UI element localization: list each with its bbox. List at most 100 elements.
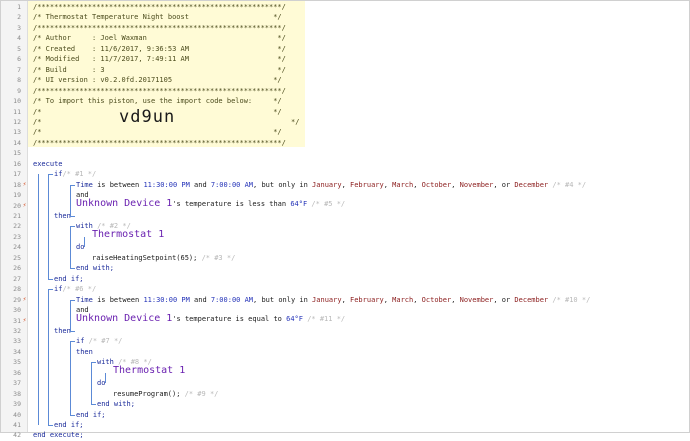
code-line: Time is between 11:30:00 PM and 7:00:00 … [76, 295, 590, 305]
line-number: 33 [13, 337, 21, 346]
line-number: 41 [13, 421, 21, 429]
code-line: then [54, 326, 71, 336]
line-number: 6 [17, 55, 21, 64]
temperature-value[interactable]: 64°F [286, 315, 303, 323]
month-value[interactable]: December [514, 296, 548, 304]
block-guide [70, 268, 75, 270]
separator: , [451, 295, 460, 304]
line-number: 17 [13, 170, 21, 179]
code-line: /* Build : 3 */ [33, 65, 286, 75]
condition-id-comment: /* #10 */ [552, 295, 591, 304]
time-value[interactable]: 7:00:00 AM [211, 296, 253, 304]
piston-code-editor[interactable]: 1 2 3 4 5 6 7 8 9 10 11 12 13 14 15 16 17 18 19 20 21 22 23 24 2… [0, 0, 690, 439]
line-number: 35 [13, 358, 21, 367]
block-guide [70, 330, 75, 332]
line-number: 30 [13, 306, 21, 315]
month-value[interactable]: October [422, 181, 452, 189]
condition-warning-icon[interactable]: ⚡ [22, 180, 27, 190]
end-if-keyword: end if; [54, 274, 84, 283]
condition-text: , or [493, 295, 515, 304]
condition-warning-icon[interactable]: ⚡ [22, 295, 27, 305]
condition-warning-icon[interactable]: ⚡ [22, 316, 27, 326]
line-number: 40 [13, 410, 21, 419]
line-number: 22 [13, 222, 21, 231]
then-keyword: then [54, 326, 71, 335]
line-number: 9 [17, 86, 21, 95]
block-guide [38, 174, 39, 425]
condition-text: and [189, 295, 211, 304]
block-guide [70, 216, 75, 217]
line-number: 4 [17, 34, 21, 43]
with-keyword[interactable]: with [76, 222, 93, 230]
with-keyword[interactable]: with [97, 358, 114, 366]
code-line: Thermostat 1 [92, 229, 164, 240]
line-number: 19 [13, 191, 21, 200]
separator: , [341, 295, 350, 304]
comment-close: */ [291, 117, 300, 126]
month-value[interactable]: February [350, 296, 384, 304]
block-guide [70, 299, 75, 301]
line-number: 27 [13, 274, 21, 283]
line-number: 1 [17, 3, 21, 11]
device-name[interactable]: Unknown Device 1 [76, 313, 172, 324]
condition-text: 's temperature is equal to [172, 314, 287, 323]
condition-text: 's temperature is less than [172, 199, 291, 208]
line-number: 8 [17, 76, 21, 85]
time-value[interactable]: 11:30:00 PM [143, 181, 189, 189]
month-value[interactable]: November [460, 181, 494, 189]
month-value[interactable]: November [460, 296, 494, 304]
condition-warning-icon[interactable]: ⚡ [22, 201, 27, 211]
block-guide [91, 362, 96, 364]
time-operand[interactable]: Time [76, 296, 93, 304]
code-line: Thermostat 1 [113, 365, 185, 376]
thermostat-device[interactable]: Thermostat 1 [92, 229, 164, 240]
code-line: /* Thermostat Temperature Night boost */ [33, 12, 282, 22]
month-value[interactable]: January [312, 296, 342, 304]
line-number: 31 [13, 316, 21, 325]
line-number: 11 [13, 107, 21, 116]
month-value[interactable]: October [422, 296, 452, 304]
time-value[interactable]: 11:30:00 PM [143, 296, 189, 304]
action-command[interactable]: resumeProgram(); [113, 390, 180, 398]
line-number: 25 [13, 253, 21, 262]
time-operand[interactable]: Time [76, 181, 93, 189]
code-line: /* To import this piston, use the import… [33, 96, 282, 106]
month-value[interactable]: January [312, 181, 342, 189]
block-guide [84, 236, 85, 248]
temperature-value[interactable]: 64°F [290, 200, 307, 208]
month-value[interactable]: December [514, 181, 548, 189]
line-number: 32 [13, 326, 21, 335]
month-value[interactable]: March [392, 181, 413, 189]
line-number: 24 [13, 243, 21, 252]
block-guide [48, 289, 49, 425]
time-value[interactable]: 7:00:00 AM [211, 181, 253, 189]
block-guide [70, 226, 71, 269]
line-number: 16 [13, 159, 21, 168]
code-line: if/* #1 */ [54, 169, 96, 179]
piston-title-comment: /* Thermostat Temperature Night boost */ [33, 13, 282, 22]
author-comment: /* Author : Joel Waxman */ [33, 34, 286, 43]
line-number: 37 [13, 379, 21, 388]
line-number: 42 [13, 431, 21, 440]
thermostat-device[interactable]: Thermostat 1 [113, 365, 185, 376]
end-with-keyword: end with; [97, 400, 135, 409]
code-line: /* UI version : v0.2.0fd.20171105 */ [33, 75, 282, 85]
condition-id-comment: /* #4 */ [552, 180, 587, 189]
comment-border: /***************************************… [33, 3, 286, 11]
line-number: 18 [13, 180, 21, 189]
condition-text: , or [493, 180, 515, 189]
code-line: /***************************************… [33, 138, 286, 148]
block-guide [70, 414, 75, 416]
code-line: then [54, 211, 71, 221]
code-line: end if; [54, 274, 84, 284]
month-value[interactable]: February [350, 181, 384, 189]
then-keyword: then [76, 347, 93, 356]
end-if-keyword: end if; [76, 410, 106, 419]
device-name[interactable]: Unknown Device 1 [76, 198, 172, 209]
separator: , [451, 180, 460, 189]
month-value[interactable]: March [392, 296, 413, 304]
condition-text: is between [92, 180, 144, 189]
action-command[interactable]: raiseHeatingSetpoint(65); [92, 254, 197, 262]
code-line: end with; [97, 399, 135, 409]
import-code[interactable]: vd9un [119, 108, 175, 126]
